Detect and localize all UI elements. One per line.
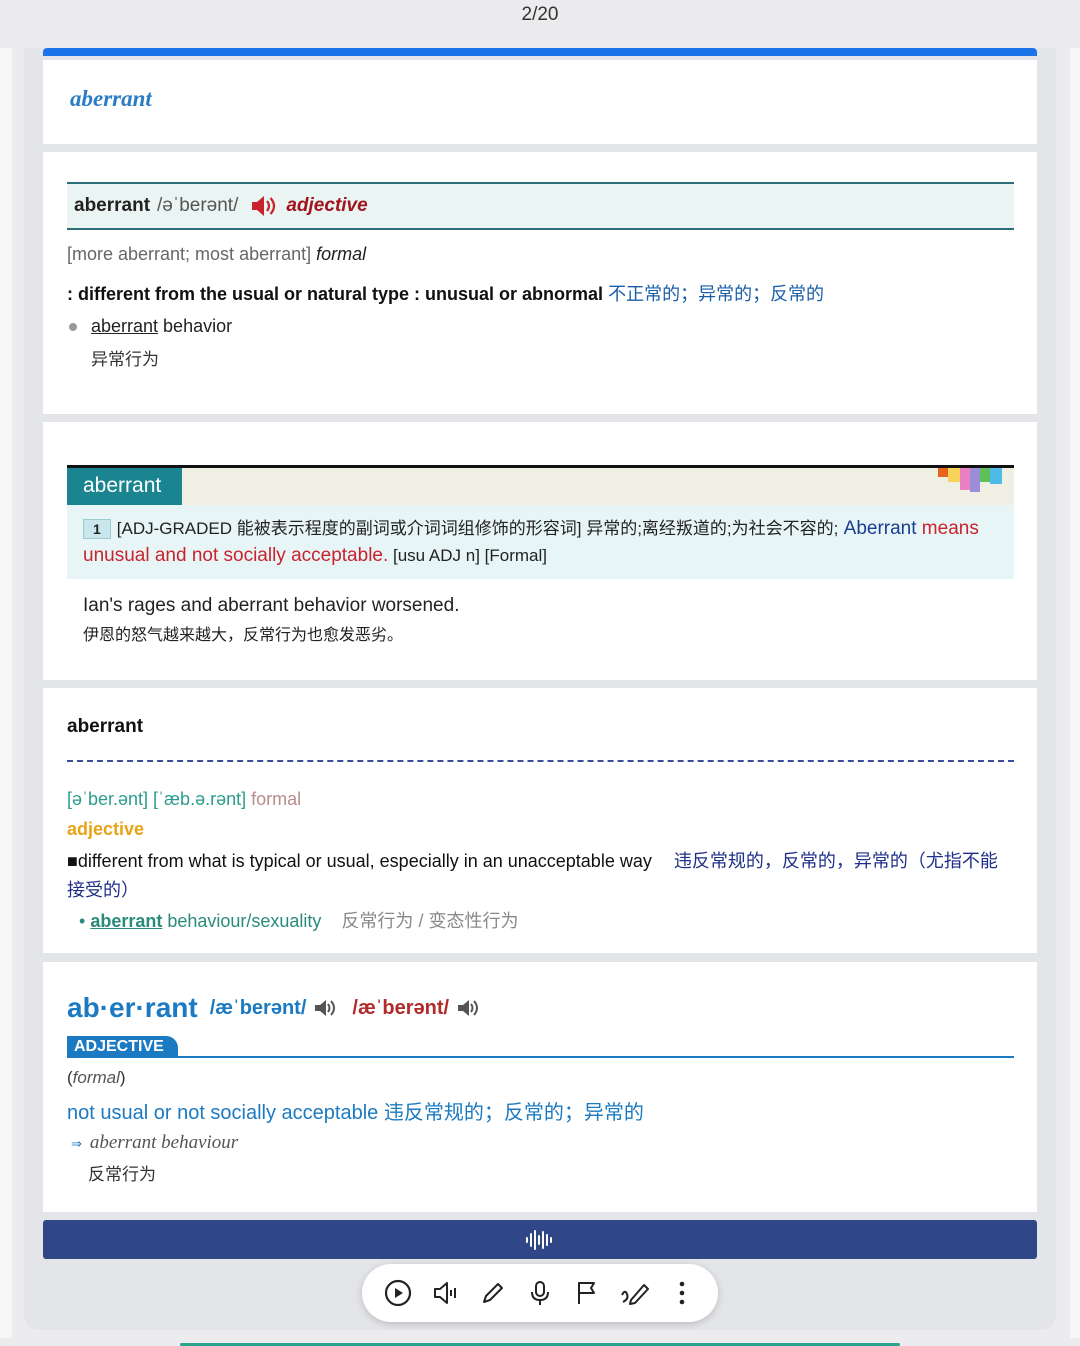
pencil-icon[interactable] bbox=[475, 1275, 511, 1311]
collins-definition: 1 [ADJ-GRADED 能被表示程度的副词或介词词组修饰的形容词] 异常的;离… bbox=[67, 505, 1014, 579]
example-translation: 反常行为 / 变态性行为 bbox=[341, 911, 519, 931]
sense-number: 1 bbox=[83, 519, 111, 539]
example-link[interactable]: aberrant bbox=[90, 911, 162, 931]
collins-logo-icon bbox=[938, 468, 1004, 494]
speaker-br-icon[interactable] bbox=[312, 996, 338, 1020]
headword: aberrant bbox=[70, 86, 152, 111]
longman-headword-row: ab·er·rant /æˈberənt/ /æˈberənt/ bbox=[67, 992, 481, 1024]
arrow-icon: ⇒ bbox=[71, 1136, 82, 1151]
entry-pronunciation: [əˈber.ənt] [ˈæb.ə.rənt] formal bbox=[67, 789, 301, 810]
handwriting-icon[interactable] bbox=[617, 1275, 653, 1311]
entry-headword: aberrant bbox=[67, 716, 144, 737]
collins-example-translation: 伊恩的怒气越来越大，反常行为也愈发恶劣。 bbox=[83, 627, 404, 644]
mw-register-label: formal bbox=[316, 244, 367, 264]
collins-usage: [usu ADJ n] [Formal] bbox=[388, 546, 547, 565]
waveform-icon bbox=[526, 1229, 552, 1250]
bullet-icon bbox=[69, 323, 77, 331]
mw-example-rest: behavior bbox=[158, 316, 233, 336]
more-icon[interactable] bbox=[664, 1275, 700, 1311]
definition-en: ■different from what is typical or usual… bbox=[67, 851, 652, 871]
mw-inflection-forms: [more aberrant; most aberrant] bbox=[67, 244, 312, 264]
cambridge-entry-card: aberrant [əˈber.ənt] [ˈæb.ə.rənt] formal… bbox=[43, 688, 1037, 953]
ipa-text: [əˈber.ənt] [ˈæb.ə.rənt] bbox=[67, 789, 247, 809]
pronunciation-br: /æˈberənt/ bbox=[209, 996, 307, 1019]
speaker-us-icon[interactable] bbox=[455, 996, 481, 1020]
entry-example: • aberrant behaviour/sexuality 反常行为 / 变态性… bbox=[79, 911, 519, 931]
audio-play-bar[interactable] bbox=[43, 1220, 1037, 1259]
longman-headword: ab·er·rant bbox=[67, 992, 198, 1023]
example-rest: behaviour/sexuality bbox=[162, 911, 322, 931]
bottom-toolbar bbox=[362, 1264, 718, 1322]
collins-grammar: [ADJ-GRADED 能被表示程度的副词或介词词组修饰的形容词] 异常的;离经… bbox=[116, 519, 839, 538]
progress-accent-bar bbox=[43, 48, 1037, 56]
mw-entry-card: aberrant /əˈberənt/ adjective [more aber… bbox=[43, 152, 1037, 414]
pronunciation-us: /æˈberənt/ bbox=[352, 996, 450, 1019]
collins-headword-ref: Aberrant bbox=[838, 518, 917, 539]
entry-definition: ■different from what is typical or usual… bbox=[67, 847, 1014, 905]
pos-tag: ADJECTIVE bbox=[67, 1036, 178, 1058]
headword-card: aberrant bbox=[43, 60, 1037, 144]
mw-example-translation: 异常行为 bbox=[91, 350, 159, 369]
register-label: formal bbox=[251, 789, 302, 809]
mw-entry-header: aberrant /əˈberənt/ adjective bbox=[67, 182, 1014, 230]
next-card-edge[interactable] bbox=[1070, 48, 1080, 1338]
longman-example: ⇒ aberrant behaviour bbox=[71, 1132, 238, 1154]
prev-card-edge[interactable] bbox=[0, 48, 12, 1338]
page-counter: 2/20 bbox=[521, 4, 559, 25]
register-label: (formal) bbox=[67, 1068, 126, 1087]
mw-definition: : different from the usual or natural ty… bbox=[67, 280, 824, 306]
collins-example: Ian's rages and aberrant behavior worsen… bbox=[83, 595, 460, 616]
mw-pronunciation: /əˈberənt/ bbox=[157, 195, 239, 216]
longman-example-translation: 反常行为 bbox=[88, 1165, 156, 1184]
dashed-divider bbox=[67, 760, 1014, 762]
example-text: aberrant behaviour bbox=[89, 1132, 239, 1153]
pos-divider bbox=[67, 1056, 1014, 1058]
play-icon[interactable] bbox=[380, 1275, 416, 1311]
mw-example-link[interactable]: aberrant bbox=[91, 316, 158, 336]
collins-entry-card: aberrant 1 [ADJ-GRADED 能被表示程度的副词或介词词组修饰的形… bbox=[43, 422, 1037, 680]
speaker-icon[interactable] bbox=[250, 194, 278, 218]
mw-part-of-speech: adjective bbox=[286, 195, 368, 216]
speaker-icon[interactable] bbox=[427, 1275, 463, 1311]
mw-headword: aberrant bbox=[74, 195, 151, 216]
flag-icon[interactable] bbox=[569, 1275, 605, 1311]
collins-headword-tab: aberrant bbox=[67, 468, 182, 505]
microphone-icon[interactable] bbox=[522, 1275, 558, 1311]
longman-entry-card: ab·er·rant /æˈberənt/ /æˈberənt/ ADJECTI… bbox=[43, 962, 1037, 1212]
mw-example: aberrant behavior bbox=[91, 316, 232, 337]
longman-definition: not usual or not socially acceptable 违反常… bbox=[67, 1102, 644, 1124]
mw-definition-en: : different from the usual or natural ty… bbox=[67, 284, 604, 304]
mw-inflections: [more aberrant; most aberrant] formal bbox=[67, 244, 366, 265]
mw-definition-zh: 不正常的；异常的；反常的 bbox=[603, 284, 825, 304]
part-of-speech: adjective bbox=[67, 819, 145, 839]
register-text: formal bbox=[72, 1068, 120, 1087]
collins-header-bar: aberrant bbox=[67, 465, 1014, 505]
